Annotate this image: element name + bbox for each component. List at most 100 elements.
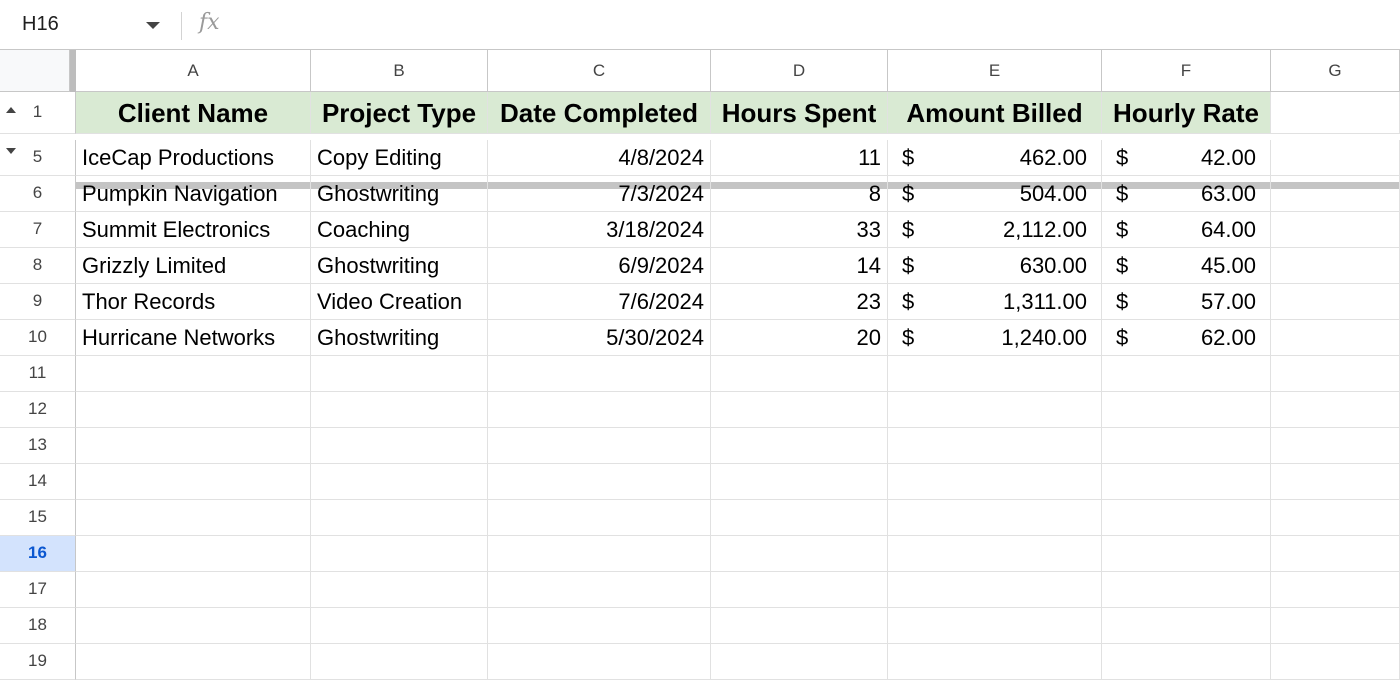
grid-cell[interactable] [711, 572, 888, 608]
grid-cell[interactable] [76, 392, 311, 428]
grid-cell[interactable] [311, 536, 488, 572]
cell-client-name[interactable]: Grizzly Limited [76, 248, 311, 284]
cell-hourly-rate[interactable]: $63.00 [1102, 176, 1271, 212]
cell-project-type[interactable]: Video Creation [311, 284, 488, 320]
cell-client-name[interactable]: Hurricane Networks [76, 320, 311, 356]
grid-cell[interactable] [1102, 356, 1271, 392]
grid-cell[interactable] [488, 500, 711, 536]
row-header[interactable]: 16 [0, 536, 76, 572]
grid-cell[interactable] [711, 500, 888, 536]
grid-cell[interactable] [311, 356, 488, 392]
grid-cell[interactable] [76, 428, 311, 464]
grid-cell[interactable] [76, 644, 311, 680]
grid-cell[interactable] [888, 608, 1102, 644]
grid-cell[interactable] [1271, 644, 1400, 680]
grid-cell[interactable] [1102, 464, 1271, 500]
row-header[interactable]: 15 [0, 500, 76, 536]
cell-amount-billed[interactable]: $630.00 [888, 248, 1102, 284]
cell-project-type[interactable]: Ghostwriting [311, 320, 488, 356]
cell-amount-billed[interactable]: $1,240.00 [888, 320, 1102, 356]
cell-hours-spent[interactable]: 33 [711, 212, 888, 248]
grid-cell[interactable] [1102, 392, 1271, 428]
grid-cell[interactable] [888, 356, 1102, 392]
header-cell[interactable]: Hourly Rate [1102, 92, 1271, 134]
grid-cell[interactable] [488, 536, 711, 572]
grid-cell[interactable] [311, 464, 488, 500]
cell-hours-spent[interactable]: 23 [711, 284, 888, 320]
row-header[interactable]: 18 [0, 608, 76, 644]
cell-date-completed[interactable]: 7/6/2024 [488, 284, 711, 320]
grid-cell[interactable] [488, 608, 711, 644]
grid-cell[interactable] [888, 392, 1102, 428]
row-header[interactable]: 9 [0, 284, 76, 320]
grid-cell[interactable] [888, 572, 1102, 608]
column-header-e[interactable]: E [888, 50, 1102, 92]
column-header-b[interactable]: B [311, 50, 488, 92]
header-cell[interactable]: Client Name [76, 92, 311, 134]
cell-hourly-rate[interactable]: $42.00 [1102, 140, 1271, 176]
grid-cell[interactable] [1271, 140, 1400, 176]
cell-client-name[interactable]: IceCap Productions [76, 140, 311, 176]
grid-cell[interactable] [711, 644, 888, 680]
cell-hourly-rate[interactable]: $45.00 [1102, 248, 1271, 284]
name-box[interactable]: H16 [22, 13, 59, 36]
cell-project-type[interactable]: Ghostwriting [311, 176, 488, 212]
cell-client-name[interactable]: Thor Records [76, 284, 311, 320]
grid-cell[interactable] [76, 464, 311, 500]
grid-cell[interactable] [1271, 356, 1400, 392]
row-header[interactable]: 7 [0, 212, 76, 248]
grid-cell[interactable] [1271, 176, 1400, 212]
grid-cell[interactable] [1271, 608, 1400, 644]
grid-cell[interactable] [711, 428, 888, 464]
grid-cell[interactable] [888, 644, 1102, 680]
cell-client-name[interactable]: Pumpkin Navigation [76, 176, 311, 212]
grid-cell[interactable] [1271, 284, 1400, 320]
cell-project-type[interactable]: Ghostwriting [311, 248, 488, 284]
grid-cell[interactable] [1102, 428, 1271, 464]
row-header[interactable]: 5 [0, 140, 76, 176]
row-header[interactable]: 17 [0, 572, 76, 608]
cell-date-completed[interactable]: 4/8/2024 [488, 140, 711, 176]
grid-cell[interactable] [76, 536, 311, 572]
row-header[interactable]: 19 [0, 644, 76, 680]
cell-amount-billed[interactable]: $1,311.00 [888, 284, 1102, 320]
grid-cell[interactable] [76, 572, 311, 608]
grid-cell[interactable] [1271, 392, 1400, 428]
grid-cell[interactable] [76, 500, 311, 536]
row-header[interactable]: 11 [0, 356, 76, 392]
column-header-g[interactable]: G [1271, 50, 1400, 92]
grid-cell[interactable] [711, 608, 888, 644]
grid-cell[interactable] [888, 500, 1102, 536]
header-cell[interactable]: Project Type [311, 92, 488, 134]
row-header[interactable]: 8 [0, 248, 76, 284]
column-header-f[interactable]: F [1102, 50, 1271, 92]
cell-amount-billed[interactable]: $504.00 [888, 176, 1102, 212]
grid-cell[interactable] [1271, 92, 1400, 134]
grid-cell[interactable] [311, 428, 488, 464]
grid-cell[interactable] [1271, 536, 1400, 572]
column-header-d[interactable]: D [711, 50, 888, 92]
grid-cell[interactable] [888, 464, 1102, 500]
row-header[interactable]: 14 [0, 464, 76, 500]
chevron-down-icon[interactable] [146, 22, 160, 29]
select-all-corner[interactable] [0, 50, 70, 92]
grid-cell[interactable] [711, 464, 888, 500]
grid-cell[interactable] [1271, 500, 1400, 536]
grid-cell[interactable] [488, 356, 711, 392]
cell-project-type[interactable]: Coaching [311, 212, 488, 248]
grid-cell[interactable] [76, 608, 311, 644]
grid-cell[interactable] [1271, 428, 1400, 464]
row-header[interactable]: 12 [0, 392, 76, 428]
grid-cell[interactable] [1271, 248, 1400, 284]
grid-cell[interactable] [1271, 464, 1400, 500]
grid-cell[interactable] [711, 392, 888, 428]
column-header-a[interactable]: A [76, 50, 311, 92]
cell-date-completed[interactable]: 6/9/2024 [488, 248, 711, 284]
grid-cell[interactable] [311, 500, 488, 536]
cell-hours-spent[interactable]: 11 [711, 140, 888, 176]
row-header[interactable]: 10 [0, 320, 76, 356]
header-cell[interactable]: Amount Billed [888, 92, 1102, 134]
column-header-c[interactable]: C [488, 50, 711, 92]
cell-hours-spent[interactable]: 20 [711, 320, 888, 356]
row-header-1[interactable]: 1 [0, 92, 76, 134]
